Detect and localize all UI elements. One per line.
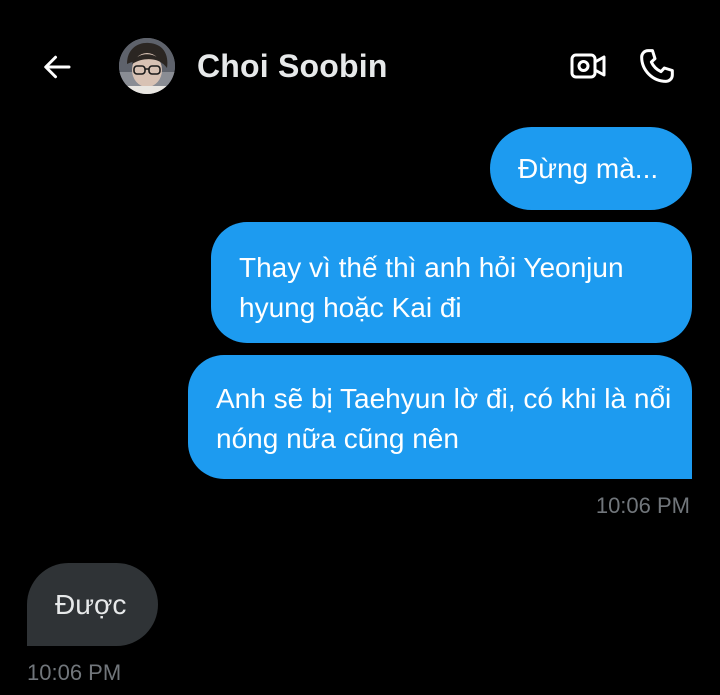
avatar[interactable] xyxy=(119,38,175,94)
contact-name[interactable]: Choi Soobin xyxy=(197,48,388,85)
arrow-left-icon xyxy=(44,55,71,79)
message-timestamp: 10:06 PM xyxy=(595,493,690,518)
outgoing-message[interactable]: Đừng mà... xyxy=(490,127,692,210)
back-button[interactable] xyxy=(38,48,76,86)
incoming-message[interactable]: Được xyxy=(27,563,158,646)
voice-call-button[interactable] xyxy=(635,44,679,88)
conversation-header: Choi Soobin xyxy=(0,0,720,130)
video-call-button[interactable] xyxy=(566,44,610,88)
outgoing-message[interactable]: Thay vì thế thì anh hỏi Yeonjun hyung ho… xyxy=(211,222,692,343)
message-timestamp: 10:06 PM xyxy=(27,660,122,685)
phone-icon xyxy=(640,49,674,83)
outgoing-message[interactable]: Anh sẽ bị Taehyun lờ đi, có khi là nổi n… xyxy=(188,355,692,479)
avatar-photo xyxy=(119,38,175,94)
video-camera-icon xyxy=(570,53,606,79)
